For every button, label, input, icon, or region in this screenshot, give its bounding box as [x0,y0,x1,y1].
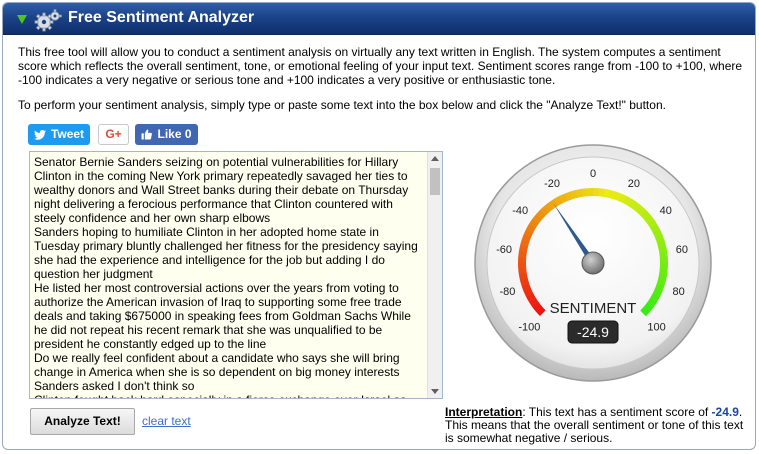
gauge-tick-label: 20 [628,178,640,190]
interpretation-label: Interpretation [445,405,523,419]
panel-titlebar: Free Sentiment Analyzer [3,3,755,35]
interpretation-text: Interpretation: This text has a sentimen… [445,406,745,445]
gauge-arc-segment [659,257,668,264]
gauge-arc-segment [593,188,600,197]
gauge-arc-segment [587,188,594,197]
gauge-tick-label: 40 [660,205,672,217]
text-input-area[interactable]: Senator Bernie Sanders seizing on potent… [29,151,443,399]
gauge-label: SENTIMENT [550,300,637,317]
gauge-tick-label: -100 [518,322,540,334]
score-display-value: -24.9 [577,324,609,340]
collapse-arrow-icon[interactable] [17,15,27,24]
gauge-tick-label: -40 [512,205,528,217]
clear-text-link[interactable]: clear text [142,414,191,428]
analyze-text-button[interactable]: Analyze Text! [30,408,135,435]
textbox-scrollbar[interactable] [427,152,442,398]
text-input-content[interactable]: Senator Bernie Sanders seizing on potent… [34,155,426,398]
panel-title: Free Sentiment Analyzer [68,9,255,26]
gauge-arc-segment [659,263,668,270]
instructions-paragraph: To perform your sentiment analysis, simp… [18,98,666,112]
like-label: Like 0 [157,127,192,141]
sentiment-gauge: -100 -80 -60 -40 -20 0 20 40 60 80 100 SENTIMENT -… [474,144,712,382]
google-plus-label: G+ [105,127,122,141]
gauge-tick-label: -20 [544,178,560,190]
scroll-up-arrow-icon[interactable] [431,156,439,161]
facebook-like-button[interactable]: Like 0 [135,124,198,145]
gauge-tick-label: -80 [499,286,515,298]
thumbs-up-icon [142,129,153,140]
gauge-arc-segment [518,256,527,263]
tweet-button[interactable]: Tweet [28,124,90,145]
google-plus-button[interactable]: G+ [98,124,129,145]
sentiment-analyzer-panel: Free Sentiment Analyzer This free tool w… [2,2,756,450]
gauge-tick-label: 100 [647,322,665,334]
gears-icon [33,8,63,32]
intro-paragraph: This free tool will allow you to conduct… [18,45,743,87]
twitter-bird-icon [33,129,46,140]
interpretation-prefix: : This text has a sentiment score of [522,405,712,419]
tweet-label: Tweet [50,127,85,141]
gauge-tick-label: -60 [496,244,512,256]
scroll-down-arrow-icon[interactable] [431,389,439,394]
interpretation-score: -24.9 [711,405,739,419]
gauge-arc-segment [518,262,527,269]
scroll-thumb[interactable] [430,168,440,195]
gauge-tick-label: 80 [672,286,684,298]
gauge-hub [581,251,605,275]
gauge-tick-label: 60 [676,244,688,256]
gauge-tick-label: 0 [590,168,596,180]
